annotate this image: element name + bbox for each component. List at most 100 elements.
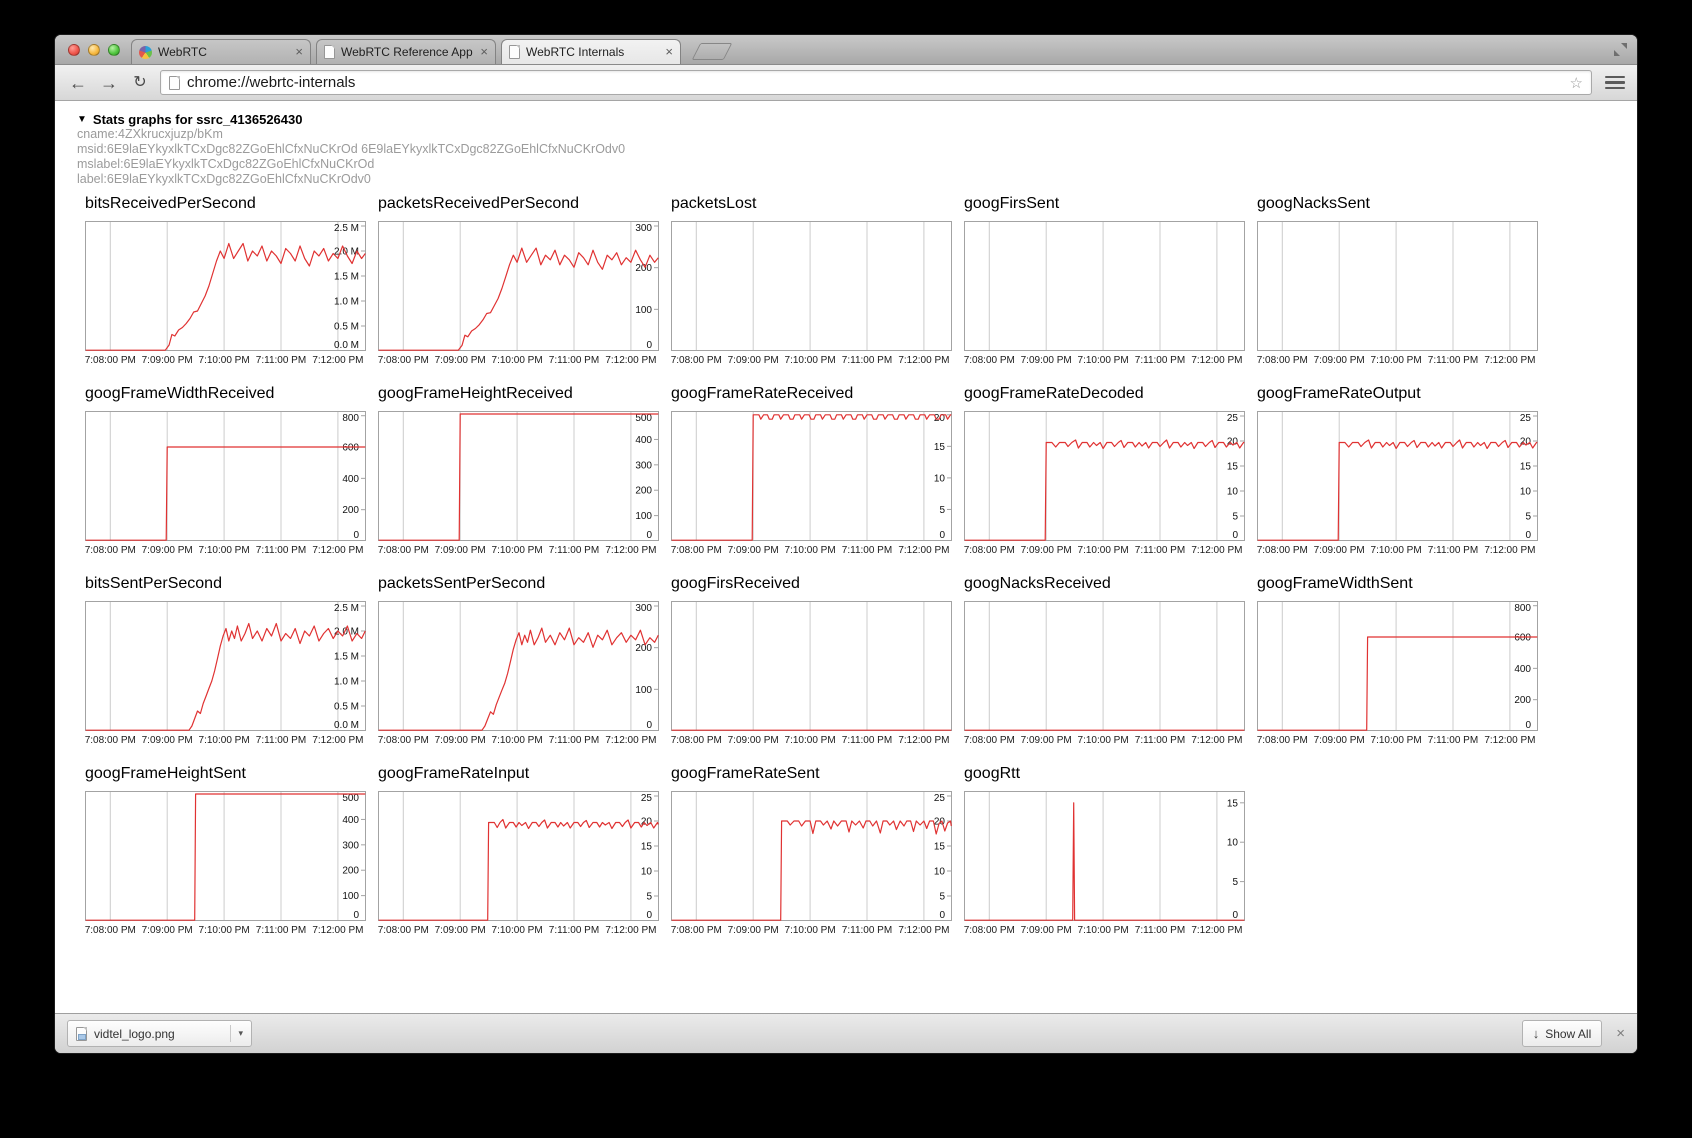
forward-button[interactable]: → — [98, 73, 120, 93]
close-window-button[interactable] — [68, 44, 80, 56]
omnibox[interactable]: chrome://webrtc-internals ☆ — [160, 70, 1592, 95]
svg-text:5: 5 — [646, 892, 652, 903]
x-tick-label: 7:08:00 PM — [378, 545, 435, 556]
x-tick-label: 7:08:00 PM — [378, 355, 435, 366]
x-tick-label: 7:12:00 PM — [599, 545, 659, 556]
shelf-close-icon[interactable]: × — [1616, 1025, 1625, 1042]
show-all-label: Show All — [1545, 1027, 1591, 1041]
x-tick-label: 7:12:00 PM — [892, 545, 952, 556]
chart-bitsSentPerSecond: bitsSentPerSecond2.5 M2.0 M1.5 M1.0 M0.5… — [85, 575, 366, 748]
svg-text:2.5 M: 2.5 M — [334, 603, 359, 614]
chart-plot: 20151050 — [671, 411, 952, 541]
tab-close-icon[interactable]: × — [295, 47, 303, 57]
x-tick-label: 7:10:00 PM — [485, 355, 549, 366]
x-axis-labels: 7:08:00 PM7:09:00 PM7:10:00 PM7:11:00 PM… — [671, 733, 952, 748]
x-tick-label: 7:09:00 PM — [721, 355, 785, 366]
x-tick-label: 7:12:00 PM — [1185, 355, 1245, 366]
download-item[interactable]: vidtel_logo.png ▾ — [67, 1020, 252, 1047]
chart-title: packetsSentPerSecond — [378, 575, 659, 595]
menu-button[interactable] — [1605, 76, 1625, 90]
x-tick-label: 7:10:00 PM — [485, 735, 549, 746]
chart-googFrameHeightSent: googFrameHeightSent50040030020010007:08:… — [85, 765, 366, 938]
svg-text:500: 500 — [342, 793, 359, 804]
x-tick-label: 7:08:00 PM — [964, 355, 1021, 366]
x-tick-label: 7:09:00 PM — [135, 545, 199, 556]
x-tick-label: 7:10:00 PM — [1071, 545, 1135, 556]
x-axis-labels: 7:08:00 PM7:09:00 PM7:10:00 PM7:11:00 PM… — [964, 733, 1245, 748]
download-menu-caret-icon[interactable]: ▾ — [230, 1025, 243, 1042]
chart-googFrameRateReceived: googFrameRateReceived201510507:08:00 PM7… — [671, 385, 952, 558]
x-tick-label: 7:11:00 PM — [835, 545, 899, 556]
x-tick-label: 7:08:00 PM — [85, 925, 142, 936]
svg-text:1.0 M: 1.0 M — [334, 297, 359, 308]
msid-line: msid:6E9laEYkyxlkTCxDgc82ZGoEhlCfxNuCKrO… — [77, 142, 1637, 157]
x-tick-label: 7:12:00 PM — [1478, 545, 1538, 556]
svg-text:5: 5 — [1525, 512, 1531, 523]
chart-googNacksReceived: googNacksReceived 7:08:00 PM7:09:00 PM7:1… — [964, 575, 1245, 748]
chart-plot: 8006004002000 — [1257, 601, 1538, 731]
chart-plot: 8006004002000 — [85, 411, 366, 541]
chart-plot — [1257, 221, 1538, 351]
tab-close-icon[interactable]: × — [480, 47, 488, 57]
reload-button[interactable]: ↻ — [129, 73, 151, 93]
x-tick-label: 7:10:00 PM — [1364, 545, 1428, 556]
new-tab-button[interactable] — [692, 43, 733, 60]
svg-text:5: 5 — [1232, 512, 1238, 523]
svg-text:100: 100 — [635, 685, 652, 696]
collapse-toggle-icon[interactable]: ▼ — [77, 114, 87, 125]
x-tick-label: 7:09:00 PM — [1014, 735, 1078, 746]
x-tick-label: 7:11:00 PM — [1421, 735, 1485, 746]
svg-text:25: 25 — [1227, 413, 1239, 424]
mslabel-line: mslabel:6E9laEYkyxlkTCxDgc82ZGoEhlCfxNuC… — [77, 157, 1637, 172]
x-tick-label: 7:09:00 PM — [721, 545, 785, 556]
svg-text:0.0 M: 0.0 M — [334, 340, 359, 351]
svg-text:200: 200 — [635, 486, 652, 497]
download-shelf: vidtel_logo.png ▾ ↓ Show All × — [55, 1013, 1637, 1053]
x-tick-label: 7:10:00 PM — [192, 355, 256, 366]
x-axis-labels: 7:08:00 PM7:09:00 PM7:10:00 PM7:11:00 PM… — [85, 733, 366, 748]
x-tick-label: 7:08:00 PM — [671, 735, 728, 746]
svg-text:10: 10 — [934, 867, 946, 878]
x-axis-labels: 7:08:00 PM7:09:00 PM7:10:00 PM7:11:00 PM… — [1257, 353, 1538, 368]
svg-text:25: 25 — [1520, 413, 1532, 424]
tab-webrtc[interactable]: WebRTC × — [131, 39, 311, 64]
stats-header: ▼ Stats graphs for ssrc_4136526430 cname… — [55, 101, 1637, 187]
fullscreen-resize-icon[interactable] — [1614, 43, 1627, 56]
tab-webrtc-reference-app[interactable]: WebRTC Reference App × — [316, 39, 496, 64]
url-text[interactable]: chrome://webrtc-internals — [187, 74, 1563, 91]
chart-googFrameRateDecoded: googFrameRateDecoded25201510507:08:00 PM… — [964, 385, 1245, 558]
svg-text:5: 5 — [1232, 877, 1238, 888]
chart-title: googFirsReceived — [671, 575, 952, 595]
bookmark-star-icon[interactable]: ☆ — [1570, 74, 1583, 92]
tab-label: WebRTC Internals — [526, 45, 659, 59]
minimize-window-button[interactable] — [88, 44, 100, 56]
zoom-window-button[interactable] — [108, 44, 120, 56]
x-tick-label: 7:11:00 PM — [249, 735, 313, 746]
screenshot-root: { "icons": { "back": "←", "forward": "→"… — [0, 0, 1692, 1138]
x-axis-labels: 7:08:00 PM7:09:00 PM7:10:00 PM7:11:00 PM… — [378, 543, 659, 558]
show-all-button[interactable]: ↓ Show All — [1522, 1020, 1603, 1047]
back-button[interactable]: ← — [67, 73, 89, 93]
svg-text:0.5 M: 0.5 M — [334, 702, 359, 713]
chart-packetsLost: packetsLost7:08:00 PM7:09:00 PM7:10:00 P… — [671, 195, 952, 368]
x-tick-label: 7:08:00 PM — [85, 545, 142, 556]
x-tick-label: 7:10:00 PM — [1364, 355, 1428, 366]
x-tick-label: 7:11:00 PM — [835, 925, 899, 936]
chart-title: googNacksReceived — [964, 575, 1245, 595]
chart-title: bitsReceivedPerSecond — [85, 195, 366, 215]
chart-title: googNacksSent — [1257, 195, 1538, 215]
chart-googFrameWidthSent: googFrameWidthSent80060040020007:08:00 P… — [1257, 575, 1538, 748]
svg-text:15: 15 — [1227, 462, 1239, 473]
browser-window: WebRTC × WebRTC Reference App × WebRTC I… — [55, 35, 1637, 1053]
tab-close-icon[interactable]: × — [665, 47, 673, 57]
webrtc-logo-icon — [139, 46, 152, 59]
download-arrow-icon: ↓ — [1533, 1026, 1540, 1041]
x-tick-label: 7:11:00 PM — [542, 925, 606, 936]
x-tick-label: 7:09:00 PM — [721, 925, 785, 936]
tab-webrtc-internals[interactable]: WebRTC Internals × — [501, 39, 681, 64]
x-tick-label: 7:08:00 PM — [1257, 355, 1314, 366]
chart-googFirsSent: googFirsSent7:08:00 PM7:09:00 PM7:10:00 … — [964, 195, 1245, 368]
svg-text:10: 10 — [641, 867, 653, 878]
x-axis-labels: 7:08:00 PM7:09:00 PM7:10:00 PM7:11:00 PM… — [671, 923, 952, 938]
x-tick-label: 7:11:00 PM — [1128, 355, 1192, 366]
